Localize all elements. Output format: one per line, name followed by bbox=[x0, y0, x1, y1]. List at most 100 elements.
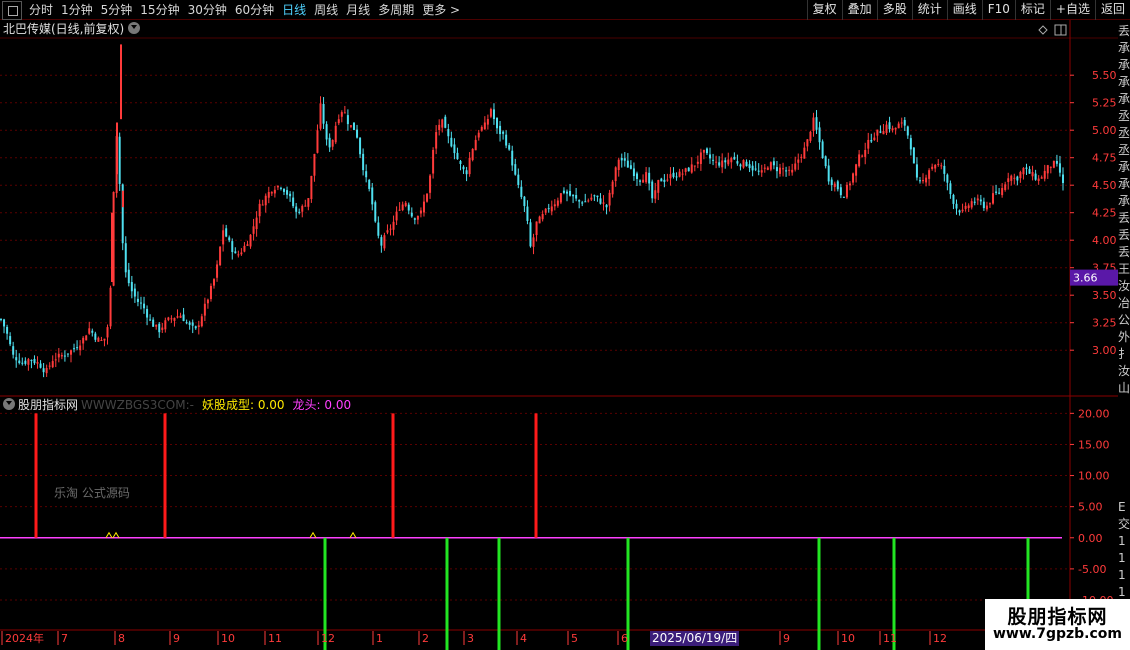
candle-body bbox=[663, 179, 666, 182]
candle-body bbox=[197, 325, 200, 328]
candle-body bbox=[565, 191, 568, 194]
candle-body bbox=[325, 124, 328, 140]
candle-body bbox=[645, 172, 648, 183]
candle-body bbox=[736, 161, 739, 164]
candle-body bbox=[891, 128, 894, 131]
candle-body bbox=[992, 193, 995, 204]
candle-body bbox=[310, 175, 313, 200]
candle-body bbox=[246, 244, 249, 246]
candle-body bbox=[15, 357, 18, 361]
candle-body bbox=[581, 202, 584, 204]
candle-body bbox=[164, 320, 167, 330]
candle-body bbox=[362, 153, 365, 171]
candle-body bbox=[228, 237, 231, 241]
candle-body bbox=[3, 319, 6, 327]
side-char: 丢 bbox=[1118, 24, 1130, 38]
side-char: 汝 bbox=[1118, 279, 1130, 293]
candle-body bbox=[666, 179, 669, 181]
candle-body bbox=[416, 215, 419, 220]
candle-body bbox=[672, 172, 675, 177]
candle-body bbox=[766, 167, 769, 170]
candle-body bbox=[252, 226, 255, 234]
side-char: 1 bbox=[1118, 568, 1126, 582]
candle-body bbox=[185, 322, 188, 324]
candle-body bbox=[556, 200, 559, 206]
candle-body bbox=[79, 345, 82, 351]
time-tick-label: 12 bbox=[933, 632, 947, 645]
candle-body bbox=[882, 131, 885, 135]
candle-body bbox=[605, 204, 608, 208]
candle-body bbox=[237, 254, 240, 256]
candle-body bbox=[33, 358, 36, 364]
candle-body bbox=[885, 124, 888, 133]
candle-body bbox=[928, 170, 931, 179]
candle-body bbox=[264, 195, 267, 206]
candle-body bbox=[450, 137, 453, 147]
candle-body bbox=[39, 363, 42, 368]
candle-body bbox=[824, 156, 827, 167]
price-tick-label: 3.25 bbox=[1092, 317, 1117, 330]
candle-body bbox=[833, 183, 836, 188]
side-char: 承 bbox=[1118, 75, 1130, 89]
candle-body bbox=[270, 192, 273, 194]
candle-body bbox=[480, 126, 483, 131]
candle-body bbox=[544, 208, 547, 213]
candle-body bbox=[797, 159, 800, 163]
candle-body bbox=[1004, 184, 1007, 190]
candle-body bbox=[292, 197, 295, 207]
side-char: 外 bbox=[1118, 330, 1130, 344]
candle-body bbox=[572, 194, 575, 197]
candle-body bbox=[818, 127, 821, 143]
candle-body bbox=[575, 195, 578, 199]
candle-body bbox=[24, 360, 27, 364]
candle-body bbox=[681, 173, 684, 175]
candle-body bbox=[739, 164, 742, 167]
candle-body bbox=[76, 347, 79, 349]
indicator-tick-label: 20.00 bbox=[1078, 407, 1110, 420]
time-tick-label: 9 bbox=[783, 632, 790, 645]
candle-body bbox=[234, 251, 237, 254]
candle-body bbox=[629, 165, 632, 169]
time-tick-label: 10 bbox=[841, 632, 855, 645]
candle-body bbox=[751, 165, 754, 171]
candle-body bbox=[1052, 160, 1055, 168]
candle-body bbox=[839, 187, 842, 196]
candle-body bbox=[867, 139, 870, 149]
candle-body bbox=[57, 353, 60, 358]
candle-body bbox=[760, 170, 763, 173]
candle-body bbox=[158, 323, 161, 333]
candle-body bbox=[888, 122, 891, 130]
candle-body bbox=[517, 174, 520, 185]
candle-body bbox=[231, 241, 234, 253]
candle-body bbox=[623, 158, 626, 161]
candle-body bbox=[861, 155, 864, 157]
candle-body bbox=[660, 178, 663, 182]
candle-body bbox=[611, 181, 614, 195]
candle-body bbox=[800, 156, 803, 158]
candle-body bbox=[213, 279, 216, 286]
candle-body bbox=[331, 140, 334, 147]
price-tick-label: 4.50 bbox=[1092, 179, 1117, 192]
candle-body bbox=[422, 201, 425, 213]
candle-body bbox=[538, 216, 541, 224]
candle-body bbox=[620, 157, 623, 161]
side-char: 承 bbox=[1118, 194, 1130, 208]
candle-body bbox=[94, 333, 97, 340]
time-tick-label: 11 bbox=[883, 632, 897, 645]
candle-body bbox=[395, 211, 398, 221]
candle-body bbox=[973, 201, 976, 203]
candle-body bbox=[578, 200, 581, 202]
candle-body bbox=[127, 269, 130, 284]
candle-body bbox=[109, 287, 112, 327]
candle-body bbox=[855, 164, 858, 176]
candle-body bbox=[626, 160, 629, 168]
candle-body bbox=[85, 335, 88, 341]
candle-body bbox=[651, 181, 654, 199]
candle-body bbox=[642, 179, 645, 183]
candle-body bbox=[617, 159, 620, 171]
candle-body bbox=[462, 166, 465, 170]
candle-body bbox=[1022, 168, 1025, 175]
side-char: 1 bbox=[1118, 551, 1126, 565]
candle-body bbox=[876, 129, 879, 136]
candle-body bbox=[499, 125, 502, 135]
